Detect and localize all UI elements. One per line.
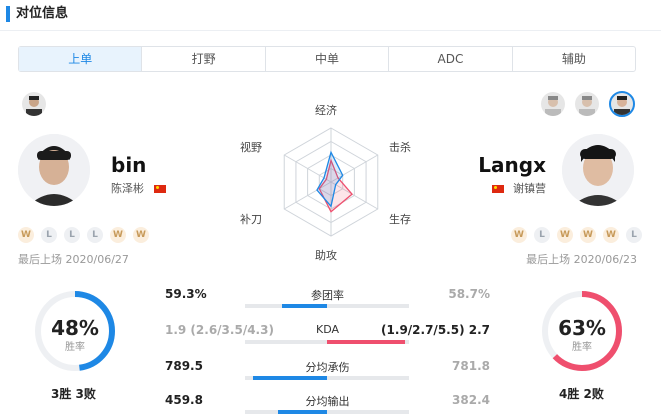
result-badge: L <box>626 227 642 243</box>
right-last-played: 最后上场 2020/06/23 <box>526 253 637 266</box>
left-player-thumb[interactable] <box>22 92 46 116</box>
result-badge: W <box>110 227 126 243</box>
tab-top[interactable]: 上单 <box>19 47 143 71</box>
stat-right-value: 781.8 <box>452 359 490 373</box>
right-recent-results: WLWWWL <box>511 222 642 243</box>
stat-left-value: 1.9 (2.6/3.5/4.3) <box>165 323 274 337</box>
right-player-thumb-2[interactable] <box>575 92 599 116</box>
stat-bar-right <box>327 340 409 344</box>
stat-fill-right <box>327 340 405 344</box>
right-player-thumb-3[interactable] <box>609 91 635 117</box>
stat-right-value: (1.9/2.7/5.5) 2.7 <box>381 323 490 337</box>
stat-name: 参团率 <box>311 289 344 302</box>
right-winrate-label: 胜率 <box>572 340 592 353</box>
radar-label-economy: 经济 <box>315 104 337 117</box>
right-player-realname: 谢镇营 <box>513 182 546 195</box>
stat-fill-left <box>253 376 327 380</box>
left-winrate-ring: 48% 胜率 <box>35 291 115 371</box>
tab-support[interactable]: 辅助 <box>513 47 635 71</box>
result-badge: L <box>64 227 80 243</box>
left-player-realname-row: 陈泽彬 <box>111 180 166 196</box>
tab-adc[interactable]: ADC <box>389 47 513 71</box>
stat-row: 459.8 分均输出 382.4 <box>165 390 490 414</box>
stat-bar-right <box>327 376 409 380</box>
section-title: 对位信息 <box>16 6 69 21</box>
divider <box>0 30 661 31</box>
tab-jungle[interactable]: 打野 <box>142 47 266 71</box>
right-player-thumb-1[interactable] <box>541 92 565 116</box>
right-winrate-ring: 63% 胜率 <box>542 291 622 371</box>
result-badge: W <box>511 227 527 243</box>
avatar-icon <box>579 96 595 116</box>
result-badge: L <box>41 227 57 243</box>
left-winrate-label: 胜率 <box>65 340 85 353</box>
stat-bar-left <box>245 340 327 344</box>
stat-name: 分均承伤 <box>305 361 350 374</box>
position-tabs: 上单 打野 中单 ADC 辅助 <box>18 46 636 72</box>
stat-name: 分均输出 <box>305 395 350 408</box>
radar-label-vision: 视野 <box>240 141 262 154</box>
right-winrate-value: 63% <box>558 316 606 340</box>
result-badge: W <box>580 227 596 243</box>
result-badge: W <box>603 227 619 243</box>
stat-right-value: 382.4 <box>452 393 490 407</box>
left-player-name[interactable]: bin <box>111 153 146 177</box>
stat-bar-right <box>327 304 409 308</box>
section-title-accent <box>6 6 10 22</box>
right-player-realname-row: 谢镇营 <box>491 180 546 196</box>
result-badge: L <box>534 227 550 243</box>
stat-left-value: 789.5 <box>165 359 203 373</box>
stat-name: KDA <box>315 323 339 336</box>
radar-label-kills: 击杀 <box>389 141 411 154</box>
stat-row: 1.9 (2.6/3.5/4.3) KDA (1.9/2.7/5.5) 2.7 <box>165 320 490 350</box>
stat-right-value: 58.7% <box>448 287 490 301</box>
stat-fill-left <box>281 304 327 308</box>
left-player-avatar[interactable] <box>18 134 90 206</box>
left-last-played: 最后上场 2020/06/27 <box>18 253 129 266</box>
radar-label-survival: 生存 <box>389 213 411 226</box>
stats-comparison: 59.3% 参团率 58.7% 1.9 (2.6/3.5/4.3) KDA (1… <box>165 284 490 414</box>
stat-row: 789.5 分均承伤 781.8 <box>165 356 490 386</box>
avatar-icon <box>545 96 561 116</box>
stat-bar-left <box>245 304 327 308</box>
right-player-avatar[interactable] <box>562 134 634 206</box>
result-badge: W <box>557 227 573 243</box>
result-badge: L <box>87 227 103 243</box>
stat-row: 59.3% 参团率 58.7% <box>165 284 490 314</box>
avatar-icon <box>614 96 630 115</box>
left-record: 3胜 3败 <box>51 387 96 401</box>
right-player-name[interactable]: Langx <box>478 153 546 177</box>
stat-left-value: 459.8 <box>165 393 203 407</box>
result-badge: W <box>133 227 149 243</box>
avatar-icon <box>562 134 634 206</box>
result-badge: W <box>18 227 34 243</box>
stat-left-value: 59.3% <box>165 287 207 301</box>
stat-fill-left <box>277 410 327 414</box>
left-player-realname: 陈泽彬 <box>111 182 144 195</box>
avatar-icon <box>26 96 42 116</box>
radar-chart <box>283 127 379 237</box>
avatar-icon <box>18 134 90 206</box>
china-flag-icon <box>153 185 166 193</box>
right-record: 4胜 2败 <box>559 387 604 401</box>
tab-mid[interactable]: 中单 <box>266 47 390 71</box>
stat-bar-left <box>245 410 327 414</box>
radar-label-assists: 助攻 <box>315 249 337 262</box>
left-recent-results: WLLLWW <box>18 222 156 243</box>
stat-bar-right <box>327 410 409 414</box>
left-winrate-value: 48% <box>51 316 99 340</box>
stat-bar-left <box>245 376 327 380</box>
china-flag-icon <box>491 185 504 193</box>
radar-label-cs: 补刀 <box>240 213 262 226</box>
